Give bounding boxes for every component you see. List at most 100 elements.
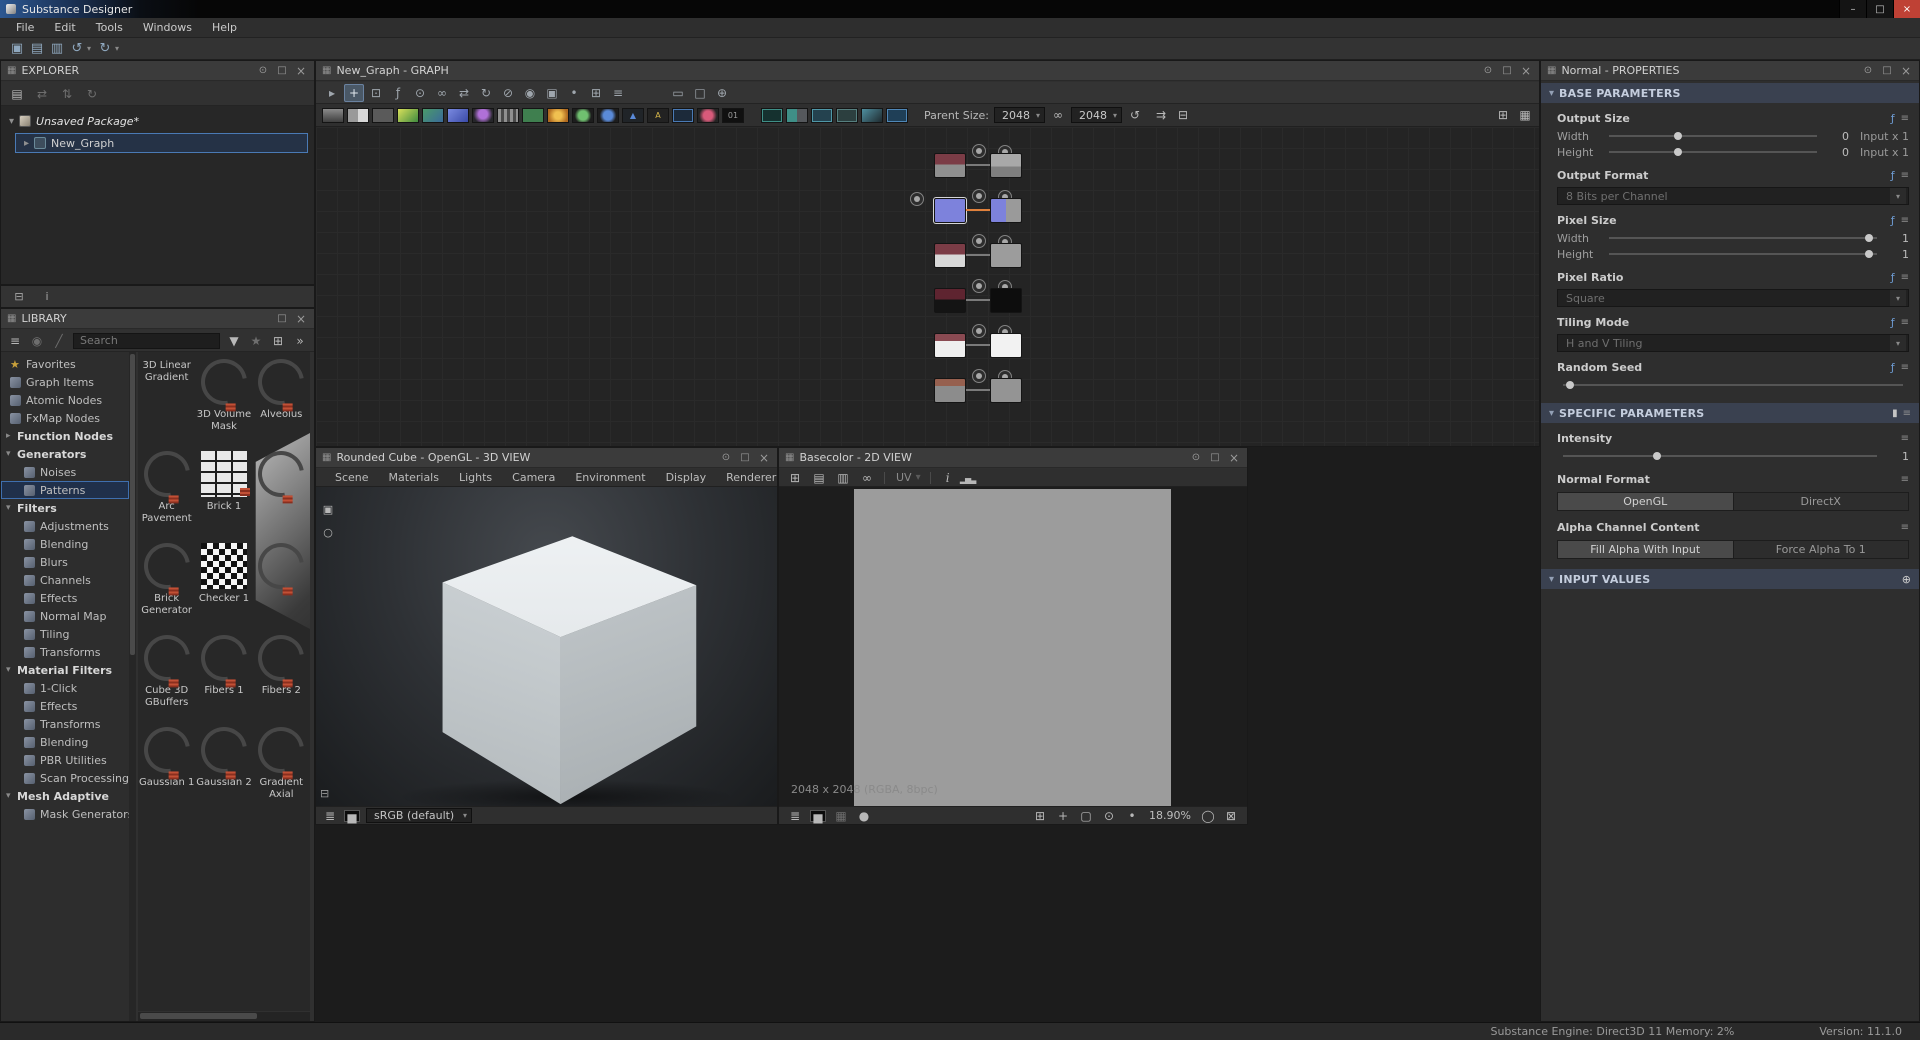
- node-view-badge[interactable]: [972, 279, 986, 293]
- float-icon[interactable]: [738, 452, 752, 463]
- library-asset[interactable]: 3D Linear Gradient: [138, 356, 195, 448]
- input-values-section[interactable]: INPUT VALUES: [1541, 569, 1919, 589]
- float-icon[interactable]: [1500, 65, 1514, 76]
- force-alpha-button[interactable]: Force Alpha To 1: [1734, 541, 1909, 558]
- uniform-color-node[interactable]: [934, 243, 966, 268]
- reload-icon[interactable]: ↻: [84, 87, 100, 101]
- relations-icon[interactable]: ⇉: [1153, 108, 1169, 122]
- library-category[interactable]: Transforms: [1, 643, 129, 661]
- edit-icon[interactable]: ╱: [51, 334, 67, 348]
- node-pair-2[interactable]: [934, 198, 1030, 225]
- param-options-icon[interactable]: [1901, 433, 1909, 444]
- uniform-color-node[interactable]: [934, 153, 966, 178]
- uv-mode-select[interactable]: UV: [896, 471, 912, 484]
- cut-links-icon[interactable]: ⊘: [498, 84, 518, 102]
- colorspace-select[interactable]: sRGB (default): [366, 808, 472, 823]
- library-asset[interactable]: Fibers 2: [253, 632, 310, 724]
- menu-item[interactable]: Tools: [86, 18, 133, 37]
- pin-tool-icon[interactable]: ◉: [520, 84, 540, 102]
- dot-icon[interactable]: •: [1124, 809, 1140, 823]
- library-category[interactable]: Adjustments: [1, 517, 129, 535]
- float-icon[interactable]: [275, 313, 289, 324]
- view3d-canvas[interactable]: ▣○: [316, 487, 777, 806]
- node-view-badge[interactable]: [972, 324, 986, 338]
- link-sizes-icon[interactable]: [1050, 108, 1066, 122]
- library-asset[interactable]: Arc Pavement: [138, 448, 195, 540]
- graph-canvas[interactable]: [316, 127, 1539, 446]
- library-category[interactable]: Generators: [1, 445, 129, 463]
- uniform-color-node[interactable]: [934, 333, 966, 358]
- specific-parameters-section[interactable]: SPECIFIC PARAMETERS: [1541, 403, 1919, 423]
- library-asset[interactable]: Brick 1: [195, 448, 252, 540]
- zoom-level[interactable]: 18.90%: [1149, 809, 1191, 822]
- library-asset[interactable]: 3D Volume Mask: [195, 356, 252, 448]
- info-icon[interactable]: [940, 471, 956, 485]
- pixel-width-slider[interactable]: [1609, 231, 1877, 245]
- blue-dot-node[interactable]: [597, 108, 619, 123]
- param-options-icon[interactable]: [1901, 474, 1909, 485]
- scene-tree-icon[interactable]: [320, 787, 329, 800]
- slider-handle[interactable]: [1653, 452, 1661, 460]
- output-node[interactable]: [990, 333, 1022, 358]
- param-options-icon[interactable]: [1901, 317, 1909, 328]
- swap-connections-icon[interactable]: ⇄: [454, 84, 474, 102]
- output-node[interactable]: [990, 153, 1022, 178]
- function-icon[interactable]: [1891, 112, 1895, 125]
- function-icon[interactable]: [1891, 271, 1895, 284]
- slider-handle[interactable]: [1865, 250, 1873, 258]
- watch-folder-icon[interactable]: ◉: [29, 334, 45, 348]
- blend-node[interactable]: [347, 108, 369, 123]
- close-icon[interactable]: [757, 451, 771, 465]
- menu-item[interactable]: Windows: [133, 18, 202, 37]
- random-seed-slider[interactable]: [1563, 378, 1903, 392]
- save-image-icon[interactable]: ▤: [811, 471, 827, 485]
- maximize-button[interactable]: □: [1866, 0, 1893, 18]
- layers-icon[interactable]: ≣: [787, 809, 803, 823]
- library-category[interactable]: Favorites: [1, 355, 129, 373]
- zoom-tool-icon[interactable]: ⊙: [410, 84, 430, 102]
- minimize-button[interactable]: –: [1839, 0, 1866, 18]
- function-editor-icon[interactable]: ƒ: [388, 84, 408, 102]
- param-options-icon[interactable]: [1901, 215, 1909, 226]
- category-scrollbar[interactable]: [129, 352, 136, 1021]
- close-icon[interactable]: [1899, 64, 1913, 78]
- slider-handle[interactable]: [1865, 234, 1873, 242]
- library-asset[interactable]: Alveolus: [253, 356, 310, 448]
- library-category[interactable]: Blending: [1, 535, 129, 553]
- new-package-icon[interactable]: ▣: [8, 40, 26, 58]
- node-view-badge[interactable]: [972, 189, 986, 203]
- view3d-menu-item[interactable]: Camera: [503, 471, 564, 484]
- save-all-icon[interactable]: ▥: [48, 40, 66, 58]
- teal-split-node[interactable]: [786, 108, 808, 123]
- directx-button[interactable]: DirectX: [1734, 493, 1909, 510]
- sphere-node[interactable]: [472, 108, 494, 123]
- new-view-icon[interactable]: ⊞: [787, 471, 803, 485]
- view3d-menu-item[interactable]: Display: [657, 471, 716, 484]
- param-options-icon[interactable]: [1901, 272, 1909, 283]
- pin-icon[interactable]: [719, 452, 733, 463]
- view2d-canvas[interactable]: 2048 x 2048 (RGBA, 8bpc): [779, 487, 1247, 806]
- pan-tool-icon[interactable]: +: [344, 84, 364, 102]
- info-icon[interactable]: i: [39, 290, 55, 303]
- library-asset[interactable]: Fibers 1: [195, 632, 252, 724]
- graph-item-selected[interactable]: New_Graph: [15, 133, 308, 153]
- shape-node[interactable]: ▲: [622, 108, 644, 123]
- width-multiplier[interactable]: Input x 1: [1853, 130, 1909, 143]
- output-height-slider[interactable]: [1609, 145, 1817, 159]
- lock-zoom-icon[interactable]: ⊠: [1223, 809, 1239, 823]
- levels-node[interactable]: [372, 108, 394, 123]
- node-reference-badge[interactable]: [910, 192, 924, 206]
- library-category[interactable]: Effects: [1, 697, 129, 715]
- function-icon[interactable]: [1891, 361, 1895, 374]
- backdrop-icon[interactable]: □: [690, 84, 710, 102]
- library-asset[interactable]: Gaussian 2: [195, 724, 252, 816]
- magenta-node[interactable]: [697, 108, 719, 123]
- node-pair-1[interactable]: [934, 153, 1030, 180]
- library-category[interactable]: Function Nodes: [1, 427, 129, 445]
- library-asset[interactable]: Gaussian 1: [138, 724, 195, 816]
- library-category[interactable]: Filters: [1, 499, 129, 517]
- background-swatch[interactable]: ■: [344, 810, 360, 822]
- favorites-filter-icon[interactable]: ★: [248, 334, 264, 348]
- bitmap-node[interactable]: 01: [722, 108, 744, 123]
- uniform-color-node[interactable]: [934, 288, 966, 313]
